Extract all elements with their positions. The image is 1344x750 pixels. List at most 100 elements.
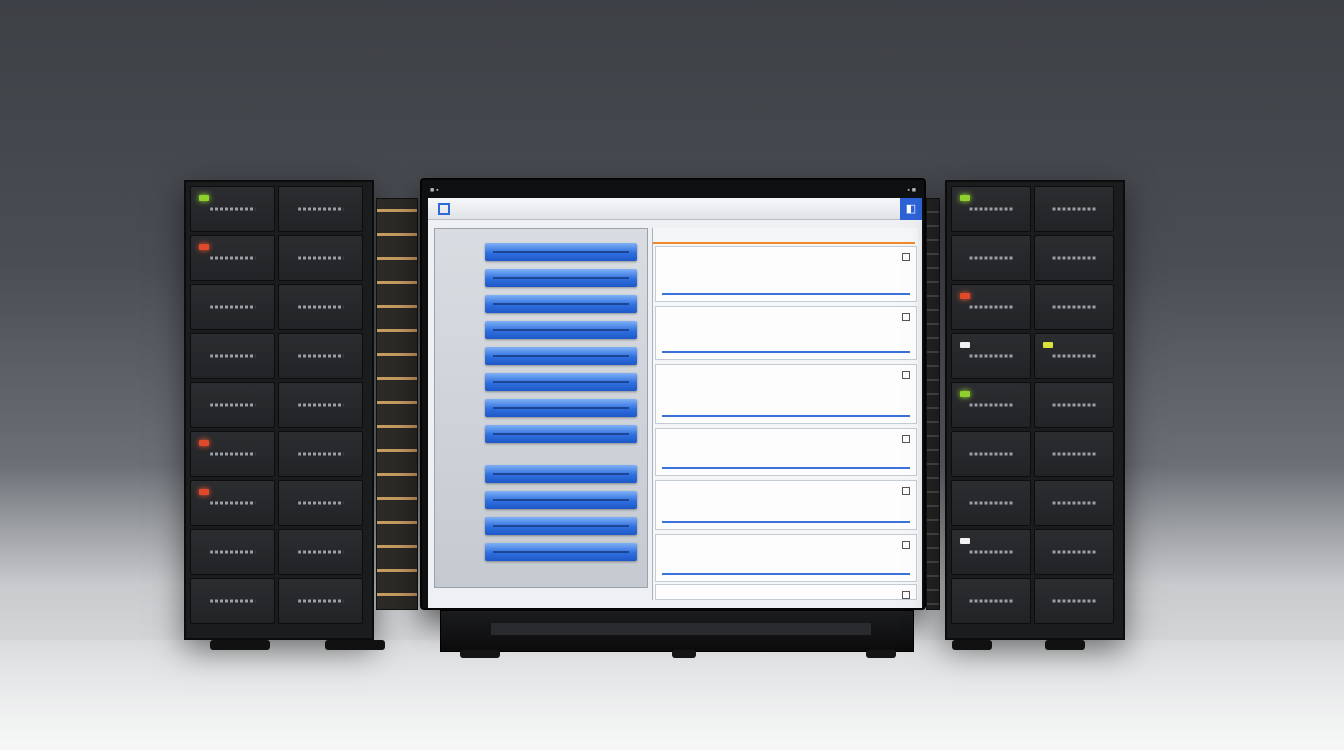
data-card[interactable] xyxy=(655,364,917,424)
drive-bay xyxy=(1034,578,1114,624)
bay-label-mark xyxy=(969,599,1013,603)
bay-label-mark xyxy=(969,403,1013,407)
data-card[interactable] xyxy=(655,584,917,600)
bay-label-mark xyxy=(297,305,344,309)
card-divider xyxy=(662,573,910,575)
monitor-stand xyxy=(440,610,914,652)
left-server-rack xyxy=(184,180,374,640)
bay-label-mark xyxy=(209,403,256,407)
blue-list-bar[interactable] xyxy=(485,269,637,287)
drive-bay xyxy=(190,186,275,232)
drive-bay xyxy=(1034,529,1114,575)
monitor-brand-mark: ■ ▪ xyxy=(430,186,439,194)
bar-stripe xyxy=(493,551,629,553)
status-led xyxy=(199,244,209,250)
drive-bay xyxy=(190,480,275,526)
drive-bay xyxy=(951,235,1031,281)
status-led xyxy=(960,342,970,348)
drive-bay xyxy=(190,578,275,624)
stand-foot xyxy=(460,650,500,658)
data-card[interactable] xyxy=(655,428,917,476)
bay-label-mark xyxy=(969,207,1013,211)
bay-label-mark xyxy=(209,599,256,603)
drive-bay xyxy=(951,431,1031,477)
drive-bay xyxy=(1034,284,1114,330)
data-card[interactable] xyxy=(655,306,917,360)
bay-label-mark xyxy=(969,501,1013,505)
monitor: ■ ▪ ▪ ■ ◧ xyxy=(420,178,926,610)
checkbox-icon[interactable] xyxy=(902,591,910,599)
drive-bay xyxy=(278,578,363,624)
bay-label-mark xyxy=(297,501,344,505)
monitor-screen: ◧ xyxy=(428,198,922,608)
bay-label-mark xyxy=(209,256,256,260)
status-led xyxy=(1043,342,1053,348)
status-led xyxy=(960,538,970,544)
app-toolbar: ◧ xyxy=(428,198,922,220)
checkbox-icon[interactable] xyxy=(902,487,910,495)
status-led xyxy=(960,391,970,397)
bar-stripe xyxy=(493,303,629,305)
left-pane xyxy=(434,228,648,588)
drive-bay xyxy=(951,186,1031,232)
drive-bay xyxy=(278,235,363,281)
monitor-stand-slot xyxy=(491,623,871,635)
data-card[interactable] xyxy=(655,246,917,302)
card-divider xyxy=(662,521,910,523)
blue-list-bar[interactable] xyxy=(485,425,637,443)
bar-stripe xyxy=(493,329,629,331)
checkbox-icon[interactable] xyxy=(902,541,910,549)
bay-label-mark xyxy=(209,550,256,554)
blue-list-bar[interactable] xyxy=(485,465,637,483)
status-led xyxy=(199,440,209,446)
drive-bay xyxy=(278,431,363,477)
drive-bay xyxy=(278,480,363,526)
bay-label-mark xyxy=(1052,501,1096,505)
drive-bay xyxy=(951,529,1031,575)
drive-bay xyxy=(278,284,363,330)
app-action-icon[interactable]: ◧ xyxy=(900,198,922,220)
bay-label-mark xyxy=(209,452,256,456)
drive-bay xyxy=(951,480,1031,526)
drive-bay xyxy=(190,284,275,330)
blue-list-bar[interactable] xyxy=(485,517,637,535)
blue-list-bar[interactable] xyxy=(485,347,637,365)
monitor-top-bar: ■ ▪ ▪ ■ xyxy=(430,182,916,198)
status-led xyxy=(199,489,209,495)
status-led xyxy=(960,293,970,299)
bay-label-mark xyxy=(969,256,1013,260)
monitor-status-mark: ▪ ■ xyxy=(907,186,916,194)
blue-list-bar[interactable] xyxy=(485,373,637,391)
bay-label-mark xyxy=(297,452,344,456)
blue-list-bar[interactable] xyxy=(485,543,637,561)
bay-label-mark xyxy=(969,452,1013,456)
data-card[interactable] xyxy=(655,480,917,530)
blue-list-bar[interactable] xyxy=(485,491,637,509)
bay-label-mark xyxy=(969,354,1013,358)
checkbox-icon[interactable] xyxy=(902,253,910,261)
blue-list-bar[interactable] xyxy=(485,321,637,339)
bay-label-mark xyxy=(1052,403,1096,407)
drive-bay xyxy=(278,529,363,575)
card-divider xyxy=(662,293,910,295)
blue-list-bar[interactable] xyxy=(485,399,637,417)
bar-stripe xyxy=(493,433,629,435)
blue-list-bar[interactable] xyxy=(485,295,637,313)
checkbox-icon[interactable] xyxy=(902,435,910,443)
bay-label-mark xyxy=(1052,452,1096,456)
bay-label-mark xyxy=(1052,599,1096,603)
right-server-rack xyxy=(945,180,1125,640)
data-card[interactable] xyxy=(655,534,917,582)
bay-label-mark xyxy=(297,354,344,358)
bay-label-mark xyxy=(209,305,256,309)
drive-bay xyxy=(951,284,1031,330)
blue-list-bar[interactable] xyxy=(485,243,637,261)
drive-bay xyxy=(951,578,1031,624)
bay-label-mark xyxy=(297,550,344,554)
checkbox-icon[interactable] xyxy=(902,313,910,321)
drive-bay xyxy=(1034,431,1114,477)
right-pane-header xyxy=(653,228,915,244)
bar-stripe xyxy=(493,355,629,357)
drive-bay xyxy=(190,333,275,379)
checkbox-icon[interactable] xyxy=(902,371,910,379)
